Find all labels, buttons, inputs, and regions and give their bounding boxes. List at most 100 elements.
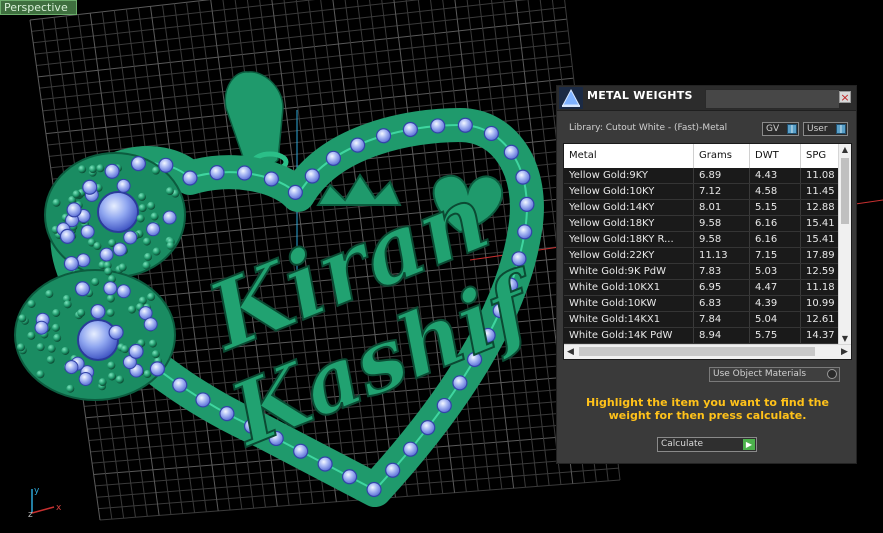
cell-metal: White Gold:14K PdW (564, 328, 694, 343)
cell-metal: Yellow Gold:10KY (564, 184, 694, 199)
gem-stone (74, 281, 91, 297)
bead (115, 375, 124, 384)
bead (51, 323, 60, 332)
user-toggle[interactable]: User | (803, 122, 848, 136)
cell-grams: 8.01 (694, 200, 750, 215)
gem-stone (195, 392, 211, 408)
gem-stone (519, 196, 535, 212)
table-row[interactable]: White Gold:14K PdW 8.94 5.75 14.37 (564, 328, 851, 344)
gem-stone (59, 228, 76, 244)
column-header-grams[interactable]: Grams (694, 144, 750, 168)
table-header: Metal Grams DWT SPG (564, 144, 851, 169)
table-row[interactable]: Yellow Gold:9KY 6.89 4.43 11.08 (564, 168, 851, 184)
cell-grams: 8.94 (694, 328, 750, 343)
gem-stone (263, 171, 280, 187)
bead (52, 198, 61, 207)
bead (106, 308, 115, 317)
gizmo-z-label: z (28, 510, 33, 520)
bead (152, 247, 161, 256)
table-row[interactable]: Yellow Gold:22KY 11.13 7.15 17.89 (564, 248, 851, 264)
gem-stone (128, 343, 144, 359)
gem-stone (116, 284, 131, 299)
table-row[interactable]: Yellow Gold:18KY R... 9.58 6.16 15.41 (564, 232, 851, 248)
bead (96, 164, 105, 173)
vertical-scroll-thumb[interactable] (841, 158, 849, 224)
bead (147, 201, 156, 210)
table-row[interactable]: Yellow Gold:18KY 9.58 6.16 15.41 (564, 216, 851, 232)
scale-logo-icon (559, 87, 583, 109)
scroll-right-icon[interactable]: ▶ (838, 345, 851, 359)
gv-indicator-icon: | (787, 124, 797, 134)
gem-stone (182, 170, 198, 186)
gem-stone (108, 324, 124, 340)
gem-stone (64, 360, 79, 375)
gem-stone (511, 251, 527, 267)
gem-stone (63, 255, 80, 272)
close-button[interactable]: × (839, 91, 851, 103)
axis-gizmo: y x z (28, 486, 62, 520)
bead (78, 165, 87, 174)
calculate-button[interactable]: Calculate ▶ (657, 437, 757, 452)
cell-grams: 7.12 (694, 184, 750, 199)
bead (61, 346, 70, 355)
bead (91, 277, 100, 286)
cell-metal: Yellow Gold:18KY R... (564, 232, 694, 247)
gem-stone (158, 157, 174, 173)
column-header-dwt[interactable]: DWT (750, 144, 801, 168)
gem-stone (82, 179, 98, 195)
gem-stone (287, 184, 303, 200)
cell-grams: 9.58 (694, 216, 750, 231)
gv-toggle[interactable]: GV | (762, 122, 799, 136)
table-row[interactable]: Yellow Gold:10KY 7.12 4.58 11.45 (564, 184, 851, 200)
table-row[interactable]: White Gold:10KW 6.83 4.39 10.99 (564, 296, 851, 312)
horizontal-scroll-thumb[interactable] (579, 347, 815, 356)
vertical-scrollbar[interactable]: ▲ ▼ (838, 144, 851, 345)
bead (77, 308, 86, 317)
gem-stone (517, 224, 533, 240)
column-header-metal[interactable]: Metal (564, 144, 694, 168)
cell-dwt: 5.03 (750, 264, 801, 279)
scroll-left-icon[interactable]: ◀ (564, 345, 577, 359)
use-object-materials-option[interactable]: Use Object Materials (709, 367, 840, 382)
user-indicator-icon: | (836, 124, 846, 134)
table-row[interactable]: Yellow Gold:14KY 8.01 5.15 12.88 (564, 200, 851, 216)
cell-dwt: 4.39 (750, 296, 801, 311)
cell-grams: 7.83 (694, 264, 750, 279)
bead (142, 237, 151, 246)
horizontal-scrollbar[interactable]: ◀ ▶ (564, 344, 851, 359)
cell-dwt: 5.75 (750, 328, 801, 343)
gem-stone (99, 247, 114, 262)
metal-table[interactable]: Metal Grams DWT SPG Yellow Gold:9KY 6.89 4… (563, 143, 852, 360)
metal-weights-panel: METAL WEIGHTS × Library: Cutout White - … (556, 85, 857, 464)
gem-stone (385, 462, 401, 478)
radio-icon[interactable] (827, 369, 837, 379)
title-drag-handle[interactable] (705, 89, 840, 109)
gem-stone (104, 163, 120, 179)
scroll-up-icon[interactable]: ▲ (839, 144, 851, 156)
gem-stone (90, 303, 106, 320)
bead (150, 212, 159, 221)
gizmo-x-axis (31, 506, 55, 514)
panel-title-bar[interactable]: METAL WEIGHTS × (557, 86, 856, 111)
gizmo-y-label: y (34, 486, 40, 496)
cell-grams: 9.58 (694, 232, 750, 247)
table-row[interactable]: White Gold:10KX1 6.95 4.47 11.18 (564, 280, 851, 296)
table-row[interactable]: White Gold:14KX1 7.84 5.04 12.61 (564, 312, 851, 328)
cell-dwt: 6.16 (750, 232, 801, 247)
cell-metal: Yellow Gold:14KY (564, 200, 694, 215)
bead (137, 192, 146, 201)
table-row[interactable]: White Gold:9K PdW 7.83 5.03 12.59 (564, 264, 851, 280)
gem-stone (515, 169, 531, 185)
bead (27, 299, 36, 308)
bead (165, 187, 174, 196)
bead (118, 263, 127, 272)
gv-label: GV (766, 124, 780, 134)
cell-grams: 6.95 (694, 280, 750, 295)
cell-dwt: 4.58 (750, 184, 801, 199)
viewport-label[interactable]: Perspective (0, 0, 77, 15)
gem-stone (209, 165, 225, 181)
bead (98, 378, 107, 387)
gizmo-x-label: x (56, 503, 62, 513)
library-label: Library: Cutout White - (Fast)-Metal (569, 123, 728, 133)
bead (136, 214, 145, 223)
